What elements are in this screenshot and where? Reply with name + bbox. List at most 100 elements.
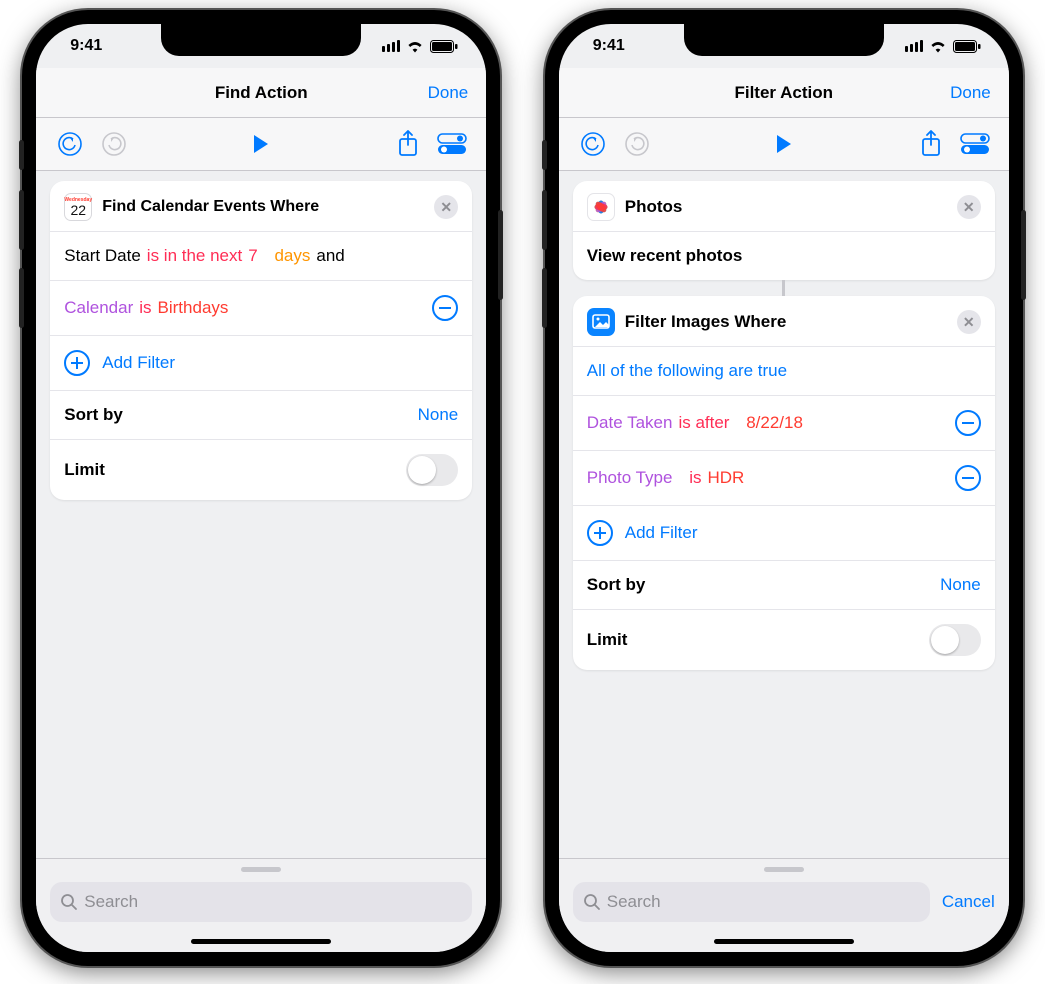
status-time: 9:41 xyxy=(70,37,102,55)
add-filter-row[interactable]: Add Filter xyxy=(573,505,995,560)
phone-left: 9:41 Find Action Done xyxy=(22,10,500,966)
close-icon[interactable]: ✕ xyxy=(957,195,981,219)
cellular-icon xyxy=(382,40,400,52)
filter-value[interactable]: 8/22/18 xyxy=(746,413,803,433)
bottom-panel[interactable]: Search Cancel xyxy=(559,858,1009,952)
limit-label: Limit xyxy=(587,630,628,650)
nav-title: Filter Action xyxy=(734,83,833,103)
filter-row-photo-type[interactable]: Photo Type is HDR xyxy=(573,450,995,505)
photos-card: Photos ✕ View recent photos xyxy=(573,181,995,280)
limit-label: Limit xyxy=(64,460,105,480)
filter-images-icon xyxy=(587,308,615,336)
nav-bar: Filter Action Done xyxy=(559,68,1009,118)
calendar-icon: Wednesday 22 xyxy=(64,193,92,221)
wifi-icon xyxy=(406,40,424,53)
filter-op[interactable]: is after xyxy=(678,413,729,433)
add-filter-label: Add Filter xyxy=(102,353,175,373)
bottom-panel[interactable]: Search xyxy=(36,858,486,952)
share-button[interactable] xyxy=(915,128,947,160)
filter-conj: and xyxy=(316,246,344,266)
filter-images-card: Filter Images Where ✕ All of the followi… xyxy=(573,296,995,670)
filter-op[interactable]: is xyxy=(139,298,151,318)
filter-value[interactable]: HDR xyxy=(707,468,744,488)
filter-num[interactable]: 7 xyxy=(248,246,257,266)
sort-by-row[interactable]: Sort by None xyxy=(573,560,995,609)
phone-right: 9:41 Filter Action Done xyxy=(545,10,1023,966)
filter-row-calendar[interactable]: Calendar is Birthdays xyxy=(50,280,472,335)
remove-filter-icon[interactable] xyxy=(955,465,981,491)
limit-row: Limit xyxy=(573,609,995,670)
search-icon xyxy=(60,893,78,911)
limit-toggle[interactable] xyxy=(406,454,458,486)
search-input[interactable]: Search xyxy=(50,882,472,922)
undo-button[interactable] xyxy=(54,128,86,160)
remove-filter-icon[interactable] xyxy=(432,295,458,321)
filter-field[interactable]: Photo Type xyxy=(587,468,673,488)
cellular-icon xyxy=(905,40,923,52)
filter-row-date-taken[interactable]: Date Taken is after 8/22/18 xyxy=(573,395,995,450)
card-title: Filter Images Where xyxy=(625,312,947,332)
redo-button xyxy=(98,128,130,160)
search-input[interactable]: Search xyxy=(573,882,930,922)
sort-value[interactable]: None xyxy=(940,575,981,595)
content-area: Photos ✕ View recent photos Filter Image… xyxy=(559,171,1009,858)
status-time: 9:41 xyxy=(593,37,625,55)
done-button[interactable]: Done xyxy=(950,83,991,103)
card-title: Find Calendar Events Where xyxy=(102,198,424,216)
settings-toggle-button[interactable] xyxy=(959,128,991,160)
home-indicator[interactable] xyxy=(191,939,331,944)
plus-icon xyxy=(587,520,613,546)
grabber[interactable] xyxy=(241,867,281,872)
add-filter-label: Add Filter xyxy=(625,523,698,543)
sort-by-row[interactable]: Sort by None xyxy=(50,390,472,439)
filter-value[interactable]: Birthdays xyxy=(158,298,229,318)
filter-row-start-date[interactable]: Start Date is in the next 7 days and xyxy=(50,231,472,280)
photos-icon xyxy=(587,193,615,221)
settings-toggle-button[interactable] xyxy=(436,128,468,160)
battery-icon xyxy=(953,40,981,53)
close-icon[interactable]: ✕ xyxy=(957,310,981,334)
condition-group-row[interactable]: All of the following are true xyxy=(573,346,995,395)
play-button[interactable] xyxy=(768,128,800,160)
redo-button xyxy=(621,128,653,160)
nav-bar: Find Action Done xyxy=(36,68,486,118)
play-button[interactable] xyxy=(245,128,277,160)
battery-icon xyxy=(430,40,458,53)
card-title: Photos xyxy=(625,197,947,217)
sort-value[interactable]: None xyxy=(418,405,459,425)
filter-field: Start Date xyxy=(64,246,141,266)
filter-unit[interactable]: days xyxy=(274,246,310,266)
remove-filter-icon[interactable] xyxy=(955,410,981,436)
content-area: Wednesday 22 Find Calendar Events Where … xyxy=(36,171,486,858)
undo-button[interactable] xyxy=(577,128,609,160)
filter-field[interactable]: Calendar xyxy=(64,298,133,318)
sort-label: Sort by xyxy=(64,405,123,425)
toolbar xyxy=(36,118,486,171)
sort-label: Sort by xyxy=(587,575,646,595)
search-placeholder: Search xyxy=(84,892,138,912)
close-icon[interactable]: ✕ xyxy=(434,195,458,219)
limit-row: Limit xyxy=(50,439,472,500)
home-indicator[interactable] xyxy=(714,939,854,944)
notch xyxy=(161,24,361,56)
condition-group-label[interactable]: All of the following are true xyxy=(587,361,787,381)
search-placeholder: Search xyxy=(607,892,661,912)
toolbar xyxy=(559,118,1009,171)
add-filter-row[interactable]: Add Filter xyxy=(50,335,472,390)
limit-toggle[interactable] xyxy=(929,624,981,656)
wifi-icon xyxy=(929,40,947,53)
grabber[interactable] xyxy=(764,867,804,872)
connector xyxy=(573,280,995,296)
nav-title: Find Action xyxy=(215,83,308,103)
notch xyxy=(684,24,884,56)
done-button[interactable]: Done xyxy=(428,83,469,103)
cancel-button[interactable]: Cancel xyxy=(942,892,995,912)
share-button[interactable] xyxy=(392,128,424,160)
photos-desc[interactable]: View recent photos xyxy=(573,231,995,280)
plus-icon xyxy=(64,350,90,376)
find-events-card: Wednesday 22 Find Calendar Events Where … xyxy=(50,181,472,500)
filter-field[interactable]: Date Taken xyxy=(587,413,673,433)
search-icon xyxy=(583,893,601,911)
filter-op[interactable]: is xyxy=(689,468,701,488)
filter-op[interactable]: is in the next xyxy=(147,246,242,266)
